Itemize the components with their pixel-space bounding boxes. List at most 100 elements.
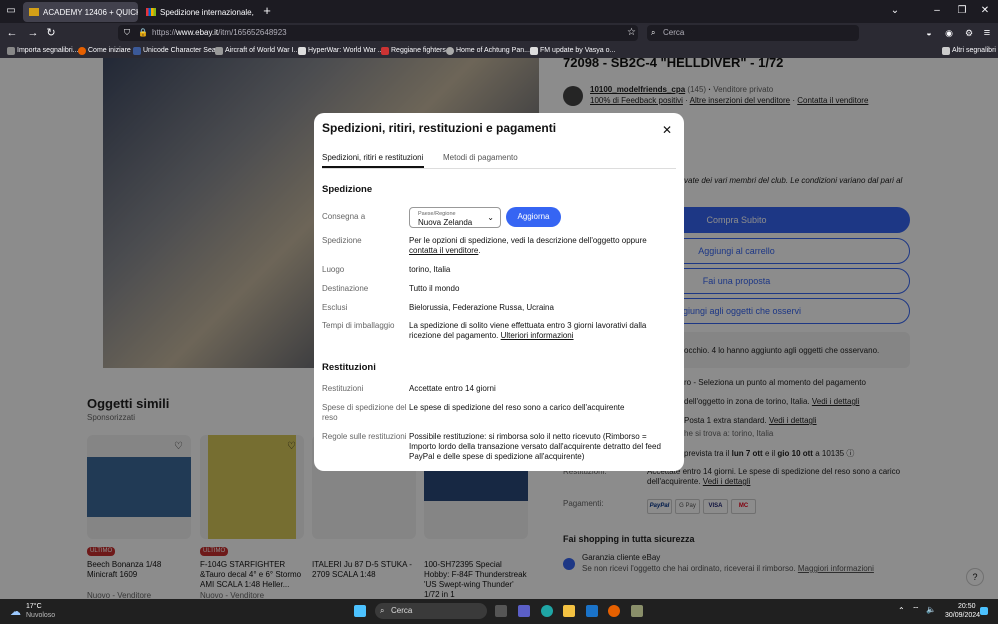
bookmarks-bar: Importa segnalibri... Come iniziare Unic… xyxy=(0,43,998,58)
tab-title: Spedizione internazionale, diffi xyxy=(160,7,255,17)
destination-label: Destinazione xyxy=(322,284,369,293)
shipping-section-heading: Spedizione xyxy=(322,184,373,195)
other-bookmarks[interactable]: Altri segnalibri xyxy=(942,45,996,56)
country-select[interactable]: Paese/Regione Nuova Zelanda ⌄ xyxy=(409,207,501,228)
list-tabs-chevron-icon[interactable]: ⌄ xyxy=(888,4,902,18)
lock-icon[interactable]: 🔒 xyxy=(138,25,148,41)
search-placeholder: Cerca xyxy=(663,28,685,37)
more-info-link[interactable]: Ulteriori informazioni xyxy=(501,331,574,340)
folder-icon xyxy=(942,46,950,55)
favicon-icon xyxy=(29,8,39,16)
import-icon xyxy=(7,46,15,55)
excluded-value: Bielorussia, Federazione Russa, Ucraina xyxy=(409,303,554,312)
bookmark-label: Importa segnalibri... xyxy=(17,47,79,54)
forward-arrow-icon[interactable]: → xyxy=(26,26,40,40)
firefox-icon[interactable] xyxy=(608,605,620,617)
tab-shipping-page[interactable]: Spedizione internazionale, diffi ✕ xyxy=(140,2,255,22)
bookmark-item[interactable]: Come iniziare xyxy=(78,45,131,56)
bookmark-item[interactable]: Aircraft of World War I... xyxy=(215,45,299,56)
returns-label: Restituzioni xyxy=(322,384,364,393)
destination-value: Tutto il mondo xyxy=(409,284,460,293)
close-icon[interactable]: ✕ xyxy=(660,123,674,137)
search-icon: ⌕ xyxy=(380,606,385,615)
reload-icon[interactable]: ↻ xyxy=(44,26,58,40)
shield-icon[interactable]: ⛉ xyxy=(124,25,130,41)
bookmark-item[interactable]: Importa segnalibri... xyxy=(7,45,78,56)
extensions-icon[interactable]: ⚙ xyxy=(962,26,976,40)
task-view-icon[interactable] xyxy=(495,605,507,617)
location-label: Luogo xyxy=(322,265,345,274)
country-select-label: Paese/Regione xyxy=(418,211,456,217)
start-icon[interactable] xyxy=(354,605,366,617)
notification-icon[interactable] xyxy=(980,607,988,615)
clock-date[interactable]: 30/09/2024 xyxy=(945,612,980,619)
windows-taskbar: ☁ 17°C Nuvoloso ⌕ Cerca ⌃ ⌔ 🔈 20:50 30/09… xyxy=(0,599,998,624)
bookmark-star-icon[interactable]: ☆ xyxy=(627,25,636,41)
pocket-icon[interactable]: ◒ xyxy=(922,26,936,40)
dialog-title: Spedizioni, ritiri, restituzioni e pagam… xyxy=(322,121,557,135)
url-prefix: https:// xyxy=(152,28,177,37)
cloud-icon[interactable]: ☁ xyxy=(10,605,21,618)
shipping-text: Per le opzioni di spedizione, vedi la de… xyxy=(409,236,647,245)
weather-temp[interactable]: 17°C xyxy=(26,603,42,610)
search-input[interactable]: ⌕ Cerca xyxy=(647,25,859,41)
file-explorer-icon[interactable] xyxy=(563,605,575,617)
page-icon xyxy=(298,46,306,55)
reggiane-icon xyxy=(381,46,389,55)
account-icon[interactable]: ◉ xyxy=(942,26,956,40)
bookmark-item[interactable]: Home of Achtung Pan... xyxy=(446,45,530,56)
close-window-icon[interactable]: ✕ xyxy=(978,4,992,18)
teams-icon[interactable] xyxy=(518,605,530,617)
new-tab-button[interactable]: + xyxy=(260,4,274,18)
return-cost-label: Spese di spedizione del reso xyxy=(322,403,407,422)
tab-shipping-returns[interactable]: Spedizioni, ritiri e restituzioni xyxy=(322,153,423,162)
search-icon: ⌕ xyxy=(651,28,656,37)
tab-payment-methods[interactable]: Metodi di pagamento xyxy=(443,153,518,162)
game-icon[interactable] xyxy=(631,605,643,617)
excluded-label: Esclusi xyxy=(322,303,348,312)
tab-ebay-item[interactable]: ACADEMY 12406 + QUICK BOO ✕ xyxy=(23,2,138,22)
globe-icon xyxy=(446,46,454,55)
mail-icon[interactable] xyxy=(586,605,598,617)
bookmark-label: Altri segnalibri xyxy=(952,47,996,54)
back-arrow-icon[interactable]: ← xyxy=(5,26,19,40)
shipping-label: Spedizione xyxy=(322,236,362,245)
firefox-icon xyxy=(78,46,86,55)
bookmark-item[interactable]: HyperWar: World War ... xyxy=(298,45,384,56)
bookmark-label: HyperWar: World War ... xyxy=(308,47,384,54)
favicon-icon xyxy=(146,8,156,16)
volume-icon[interactable]: 🔈 xyxy=(926,605,936,614)
minimize-window-icon[interactable]: – xyxy=(930,4,944,18)
bookmark-item[interactable]: Reggiane fighters xyxy=(381,45,446,56)
bookmark-label: Unicode Character Sea... xyxy=(143,47,222,54)
bookmark-label: Aircraft of World War I... xyxy=(225,47,300,54)
return-rules-value: Possibile restituzione: si rimborsa solo… xyxy=(409,432,661,461)
edge-icon[interactable] xyxy=(541,605,553,617)
update-button[interactable]: Aggiorna xyxy=(506,207,561,227)
return-cost-value: Le spese di spedizione del reso sono a c… xyxy=(409,403,625,412)
shipping-dialog: Spedizioni, ritiri, restituzioni e pagam… xyxy=(314,113,684,471)
bookmark-item[interactable]: Unicode Character Sea... xyxy=(133,45,222,56)
ship-to-label: Consegna a xyxy=(322,212,366,221)
restore-window-icon[interactable]: ❐ xyxy=(955,4,969,18)
tab-divider xyxy=(322,168,676,169)
weather-desc[interactable]: Nuvoloso xyxy=(26,612,55,619)
network-icon[interactable]: ⌔ xyxy=(912,605,920,615)
bookmark-item[interactable]: FM update by Vasya o... xyxy=(530,45,615,56)
browser-toolbar: ← → ↻ ⛉ 🔒 https://www.ebay.it/itm/165652… xyxy=(0,23,998,43)
active-tab-indicator xyxy=(322,166,424,168)
chevron-down-icon: ⌄ xyxy=(487,213,494,222)
address-bar[interactable]: ⛉ 🔒 https://www.ebay.it/itm/165652648923… xyxy=(118,25,638,41)
plane-icon xyxy=(215,46,223,55)
unicode-icon xyxy=(133,46,141,55)
contact-seller-link[interactable]: contatta il venditore xyxy=(409,246,478,255)
taskbar-search-input[interactable]: ⌕ Cerca xyxy=(375,603,487,619)
shipping-value: Per le opzioni di spedizione, vedi la de… xyxy=(409,236,647,255)
browser-tab-bar: ▭ ACADEMY 12406 + QUICK BOO ✕ Spedizione… xyxy=(0,0,998,23)
menu-icon[interactable]: ≡ xyxy=(980,26,994,40)
tab-overview-icon[interactable]: ▭ xyxy=(4,4,18,18)
url-host: www.ebay.it xyxy=(176,28,219,37)
bookmark-label: Come iniziare xyxy=(88,47,131,54)
clock-time[interactable]: 20:50 xyxy=(958,603,976,610)
tray-chevron-icon[interactable]: ⌃ xyxy=(898,606,905,615)
